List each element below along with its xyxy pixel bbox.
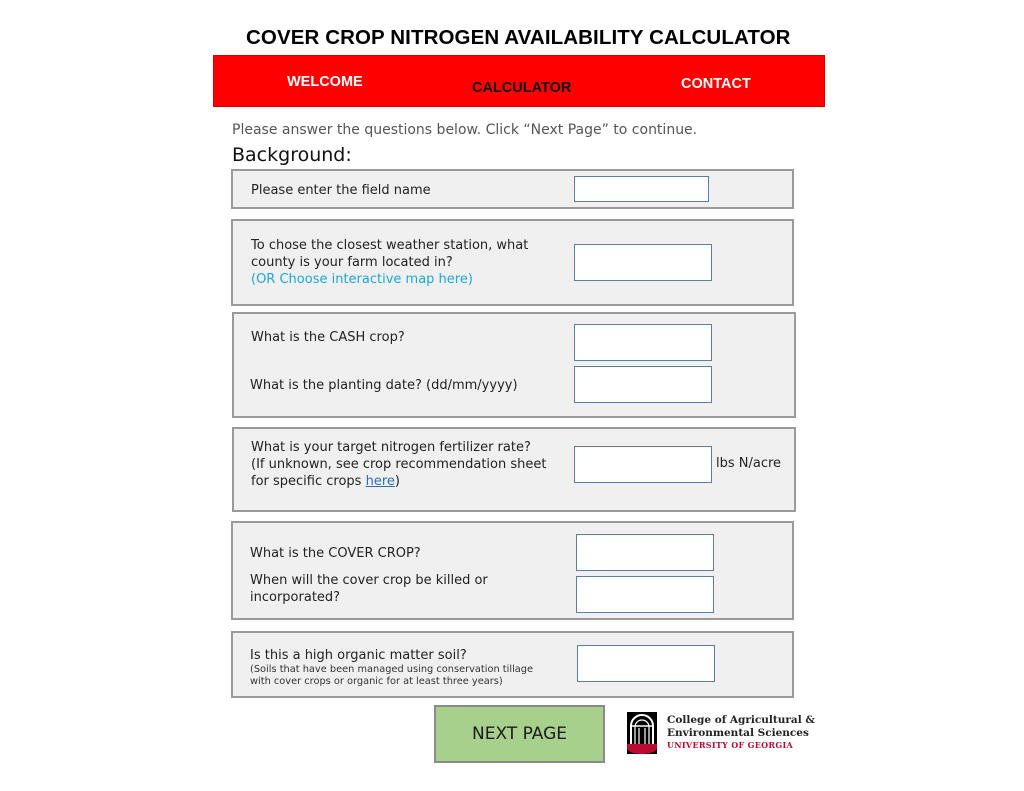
county-label-line1: To chose the closest weather station, wh…: [251, 238, 529, 253]
page-title: COVER CROP NITROGEN AVAILABILITY CALCULA…: [246, 26, 791, 49]
section-title: Background:: [232, 144, 352, 166]
nitrogen-label-line1: What is your target nitrogen fertilizer …: [251, 440, 531, 455]
kill-date-label-line2: incorporated?: [250, 590, 341, 605]
organic-matter-note-line1: (Soils that have been managed using cons…: [250, 664, 534, 675]
interactive-map-link[interactable]: (OR Choose interactive map here): [251, 271, 473, 288]
nav-welcome[interactable]: WELCOME: [287, 74, 363, 90]
uga-arch-icon: [627, 712, 657, 754]
cover-crop-input[interactable]: [576, 534, 714, 571]
uga-caes-logo: College of Agricultural & Environmental …: [627, 712, 815, 756]
crop-recommendation-link[interactable]: here: [366, 474, 395, 489]
planting-date-input[interactable]: [574, 366, 712, 403]
organic-matter-panel: Is this a high organic matter soil? (Soi…: [231, 631, 794, 698]
kill-date-label-line1: When will the cover crop be killed or: [250, 573, 488, 588]
cover-crop-panel: What is the COVER CROP? When will the co…: [231, 521, 794, 620]
nav-bar: WELCOME CALCULATOR CONTACT: [213, 55, 825, 107]
logo-line2: Environmental Sciences: [667, 726, 809, 739]
nitrogen-label-line3-suffix: ): [394, 474, 400, 489]
field-name-panel: Please enter the field name: [231, 169, 794, 209]
planting-date-label: What is the planting date? (dd/mm/yyyy): [250, 378, 518, 393]
field-name-input[interactable]: [574, 176, 709, 202]
logo-line1: College of Agricultural &: [667, 714, 815, 726]
nav-contact[interactable]: CONTACT: [681, 76, 751, 92]
nav-calculator[interactable]: CALCULATOR: [472, 80, 571, 96]
next-page-button[interactable]: NEXT PAGE: [434, 705, 605, 763]
cash-crop-panel: What is the CASH crop? What is the plant…: [232, 312, 796, 418]
logo-university: UNIVERSITY OF GEORGIA: [667, 740, 794, 750]
cash-crop-label: What is the CASH crop?: [251, 330, 405, 345]
kill-date-input[interactable]: [576, 576, 714, 613]
county-input[interactable]: [574, 244, 712, 281]
nitrogen-label-line3-prefix: for specific crops: [251, 474, 366, 489]
logo-college-name: College of Agricultural & Environmental …: [667, 714, 815, 739]
nitrogen-rate-panel: What is your target nitrogen fertilizer …: [232, 427, 796, 512]
nitrogen-label-line3: for specific crops here): [251, 473, 400, 490]
nitrogen-label-line2: (If unknown, see crop recommendation she…: [251, 457, 547, 472]
organic-matter-label: Is this a high organic matter soil?: [250, 648, 467, 663]
cover-crop-label: What is the COVER CROP?: [250, 546, 421, 561]
cash-crop-input[interactable]: [574, 324, 712, 361]
county-label-line2: county is your farm located in?: [251, 255, 453, 270]
organic-matter-input[interactable]: [577, 645, 715, 682]
nitrogen-rate-input[interactable]: [574, 446, 712, 483]
field-name-label: Please enter the field name: [251, 183, 431, 198]
county-panel: To chose the closest weather station, wh…: [231, 219, 794, 306]
organic-matter-note-line2: with cover crops or organic for at least…: [250, 676, 503, 687]
instructions-text: Please answer the questions below. Click…: [232, 122, 698, 138]
nitrogen-unit-label: lbs N/acre: [716, 456, 782, 471]
